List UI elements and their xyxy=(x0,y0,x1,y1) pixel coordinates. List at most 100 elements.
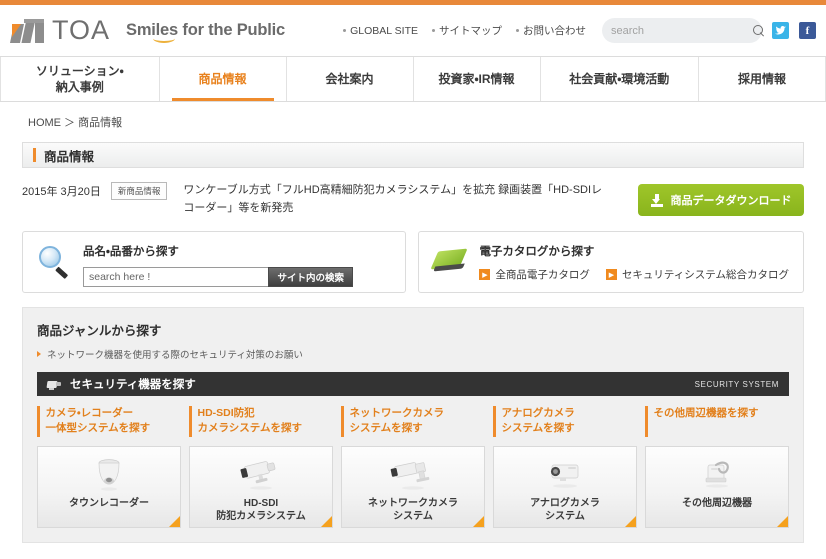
utility-link-label: サイトマップ xyxy=(439,25,502,37)
card-corner-icon xyxy=(473,515,484,527)
toa-logo-icon[interactable] xyxy=(9,18,46,43)
news-row: 2015年 3月20日 新商品情報 ワンケーブル方式「フルHD高精細防犯カメラシ… xyxy=(22,182,804,217)
accent-bar-icon xyxy=(341,406,344,437)
card-corner-icon xyxy=(321,515,332,527)
category-head-label: HD-SDI防犯 カメラシステムを探す xyxy=(197,407,302,435)
magnifier-icon xyxy=(37,245,71,279)
product-card-peripheral[interactable]: その他周辺機器 xyxy=(645,445,789,528)
page-title: 商品情報 xyxy=(22,142,804,168)
catalog-link-label: 全商品電子カタログ xyxy=(495,269,590,282)
accent-bar-icon xyxy=(493,406,496,437)
nav-item-csr[interactable]: 社会貢献・環境活動 xyxy=(541,57,699,101)
breadcrumb[interactable]: HOME ＞ 商品情報 xyxy=(0,102,826,130)
news-date: 2015年 3月20日 xyxy=(22,186,101,198)
product-card-hdsdi[interactable]: HD-SDI 防犯カメラシステム xyxy=(189,445,333,528)
genre-section: 商品ジャンルから探す ネットワーク機器を使用する際のセキュリティ対策のお願い セ… xyxy=(22,307,804,543)
catalog-link-security-system[interactable]: ▶ セキュリティシステム総合カタログ xyxy=(605,267,789,282)
product-search-input[interactable] xyxy=(83,267,269,288)
category-head-network[interactable]: ネットワークカメラ システムを探す xyxy=(341,406,485,437)
camera-icon xyxy=(46,379,62,390)
site-header: TOA Smiles for the Public GLOBAL SITE サイ… xyxy=(0,5,826,56)
nav-item-label: ソリューション・ 納入事例 xyxy=(35,63,124,94)
download-icon xyxy=(650,193,663,207)
category-head-peripheral[interactable]: その他周辺機器を探す xyxy=(645,406,789,437)
catalog-links: ▶ 全商品電子カタログ ▶ セキュリティシステム総合カタログ xyxy=(479,267,789,282)
product-card-label: HD-SDI 防犯カメラシステム xyxy=(216,497,306,523)
nav-item-recruit[interactable]: 採用情報 xyxy=(699,57,826,101)
product-card-town-recorder[interactable]: タウンレコーダー xyxy=(37,445,181,528)
nav-item-company[interactable]: 会社案内 xyxy=(287,57,414,101)
utility-link-contact[interactable]: お問い合わせ xyxy=(516,23,586,38)
panel-right-title: 電子カタログから探す xyxy=(479,246,595,259)
header-right: GLOBAL SITE サイトマップ お問い合わせ f xyxy=(343,18,816,43)
category-head-integrated[interactable]: カメラ・レコーダー 一体型システムを探す xyxy=(37,406,181,437)
product-cards: タウンレコーダー HD-SDI 防犯カメラシステム ネットワークカメラ システム… xyxy=(37,445,789,528)
category-headings: カメラ・レコーダー 一体型システムを探す HD-SDI防犯 カメラシステムを探す… xyxy=(37,406,789,437)
nav-item-products[interactable]: 商品情報 xyxy=(160,57,287,101)
utility-link-sitemap[interactable]: サイトマップ xyxy=(432,23,502,38)
accent-bar-icon xyxy=(189,406,192,437)
nav-item-label: 採用情報 xyxy=(737,71,786,86)
network-camera-icon xyxy=(389,453,437,495)
facebook-glyph: f xyxy=(805,24,810,37)
product-card-network-camera[interactable]: ネットワークカメラ システム xyxy=(341,445,485,528)
utility-link-global-site[interactable]: GLOBAL SITE xyxy=(343,25,418,37)
page-title-wrap: 商品情報 xyxy=(22,142,804,168)
product-card-label: その他周辺機器 xyxy=(682,497,752,509)
nav-item-investors[interactable]: 投資家・IR情報 xyxy=(414,57,541,101)
category-head-analog[interactable]: アナログカメラ システムを探す xyxy=(493,406,637,437)
category-head-label: ネットワークカメラ システムを探す xyxy=(349,407,445,435)
category-head-label: カメラ・レコーダー 一体型システムを探す xyxy=(45,407,151,435)
facebook-icon[interactable]: f xyxy=(799,22,816,39)
genre-title: 商品ジャンルから探す xyxy=(37,324,162,339)
nav-item-label: 投資家・IR情報 xyxy=(438,71,515,86)
arrow-marker-icon: ▶ xyxy=(605,269,617,281)
product-card-label: アナログカメラ システム xyxy=(530,497,600,523)
bullet-icon xyxy=(516,29,519,32)
catalog-link-label: セキュリティシステム総合カタログ xyxy=(621,269,789,282)
card-corner-icon xyxy=(169,515,180,527)
tagline-text: Smiles for the Public xyxy=(126,21,286,39)
news-badge: 新商品情報 xyxy=(110,182,168,200)
panel-search-by-name: 品名・品番から探す サイト内の検索 xyxy=(22,231,407,294)
header-search-box[interactable] xyxy=(602,18,763,43)
bullet-icon xyxy=(432,29,435,32)
logo-text[interactable]: TOA xyxy=(52,15,110,46)
catalog-book-icon xyxy=(430,247,468,277)
product-card-analog-camera[interactable]: アナログカメラ システム xyxy=(493,445,637,528)
page-title-text: 商品情報 xyxy=(44,149,95,164)
genre-security-note-link[interactable]: ネットワーク機器を使用する際のセキュリティ対策のお願い xyxy=(37,347,789,361)
catalog-link-all-products[interactable]: ▶ 全商品電子カタログ xyxy=(479,267,590,282)
category-head-hdsdi[interactable]: HD-SDI防犯 カメラシステムを探す xyxy=(189,406,333,437)
security-section-label: セキュリティ機器を探す xyxy=(70,379,196,392)
panel-e-catalog: 電子カタログから探す ▶ 全商品電子カタログ ▶ セキュリティシステム総合カタロ… xyxy=(418,231,804,294)
nav-item-solutions[interactable]: ソリューション・ 納入事例 xyxy=(0,57,160,101)
nav-item-label: 会社案内 xyxy=(325,71,374,86)
search-panels: 品名・品番から探す サイト内の検索 電子カタログから探す ▶ 全商品電子カタログ xyxy=(22,231,804,294)
download-product-data-button[interactable]: 商品データダウンロード xyxy=(638,184,804,216)
news-headline-link[interactable]: ワンケーブル方式「フルHD高精細防犯カメラシステム」を拡充 録画装置「HD-SD… xyxy=(183,182,603,217)
download-button-label: 商品データダウンロード xyxy=(670,195,792,207)
box-camera-icon xyxy=(542,453,588,495)
bullet-icon xyxy=(343,29,347,32)
title-accent-icon xyxy=(33,148,36,162)
tagline: Smiles for the Public xyxy=(126,21,286,43)
product-card-label: タウンレコーダー xyxy=(69,497,149,509)
nav-item-label: 社会貢献・環境活動 xyxy=(569,71,670,86)
accent-bar-icon xyxy=(37,406,40,437)
category-head-label: その他周辺機器を探す xyxy=(653,407,759,420)
triangle-bullet-icon xyxy=(37,351,41,358)
nav-item-label: 商品情報 xyxy=(198,71,247,86)
header-search-input[interactable] xyxy=(611,24,753,37)
main-navigation: ソリューション・ 納入事例 商品情報 会社案内 投資家・IR情報 社会貢献・環境… xyxy=(0,56,826,102)
accent-bar-icon xyxy=(645,406,648,437)
product-search-box: サイト内の検索 xyxy=(83,267,353,288)
security-section-sublabel: SECURITY SYSTEM xyxy=(694,379,779,389)
card-corner-icon xyxy=(625,515,636,527)
dome-camera-icon xyxy=(89,453,129,495)
utility-link-label: お問い合わせ xyxy=(523,25,586,37)
smile-underline-icon xyxy=(153,34,176,43)
panel-left-title: 品名・品番から探す xyxy=(83,246,179,259)
site-search-button[interactable]: サイト内の検索 xyxy=(268,267,353,288)
twitter-icon[interactable] xyxy=(772,22,789,39)
